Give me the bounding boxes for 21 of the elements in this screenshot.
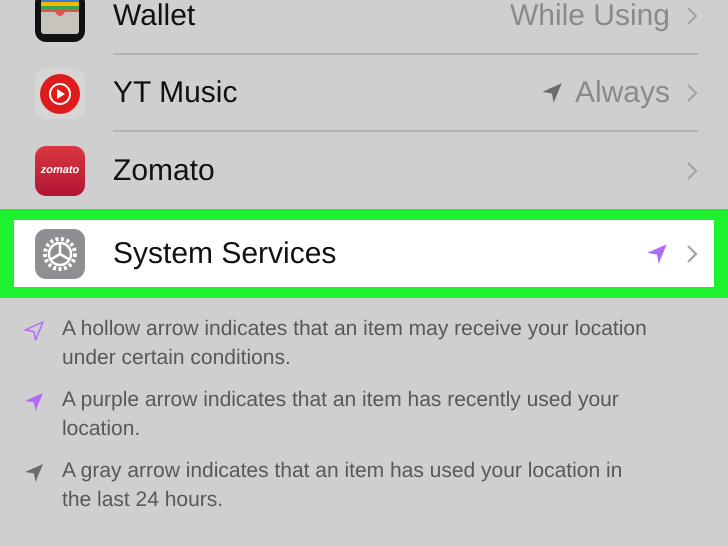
- chevron-icon: [686, 160, 698, 180]
- permission-value: While Using: [510, 0, 670, 34]
- chevron-icon: [686, 244, 698, 264]
- music-play-icon: [35, 68, 85, 118]
- chevron-icon: [686, 6, 698, 26]
- app-name: YT Music: [113, 75, 238, 111]
- settings-row[interactable]: YT Music Always: [0, 55, 728, 132]
- permission-value: Always: [574, 75, 670, 111]
- legend-text: A hollow arrow indicates that an item may receive your location under certain conditions.: [62, 316, 648, 371]
- settings-row[interactable]: Wallet While Using: [0, 0, 728, 55]
- settings-row[interactable]: zomato Zomato: [0, 132, 728, 209]
- settings-row[interactable]: System Services: [14, 220, 714, 287]
- gear-icon: [35, 228, 85, 278]
- app-name: Wallet: [113, 0, 196, 34]
- legend-text: A purple arrow indicates that an item has recently used your location.: [62, 387, 620, 442]
- wallet-icon: [35, 0, 85, 42]
- zomato-logo: zomato: [35, 146, 85, 196]
- legend-text: A gray arrow indicates that an item has used your location in the last 24 hours.: [62, 458, 624, 513]
- app-name: System Services: [113, 236, 338, 272]
- app-name: Zomato: [113, 153, 216, 189]
- chevron-icon: [686, 82, 698, 102]
